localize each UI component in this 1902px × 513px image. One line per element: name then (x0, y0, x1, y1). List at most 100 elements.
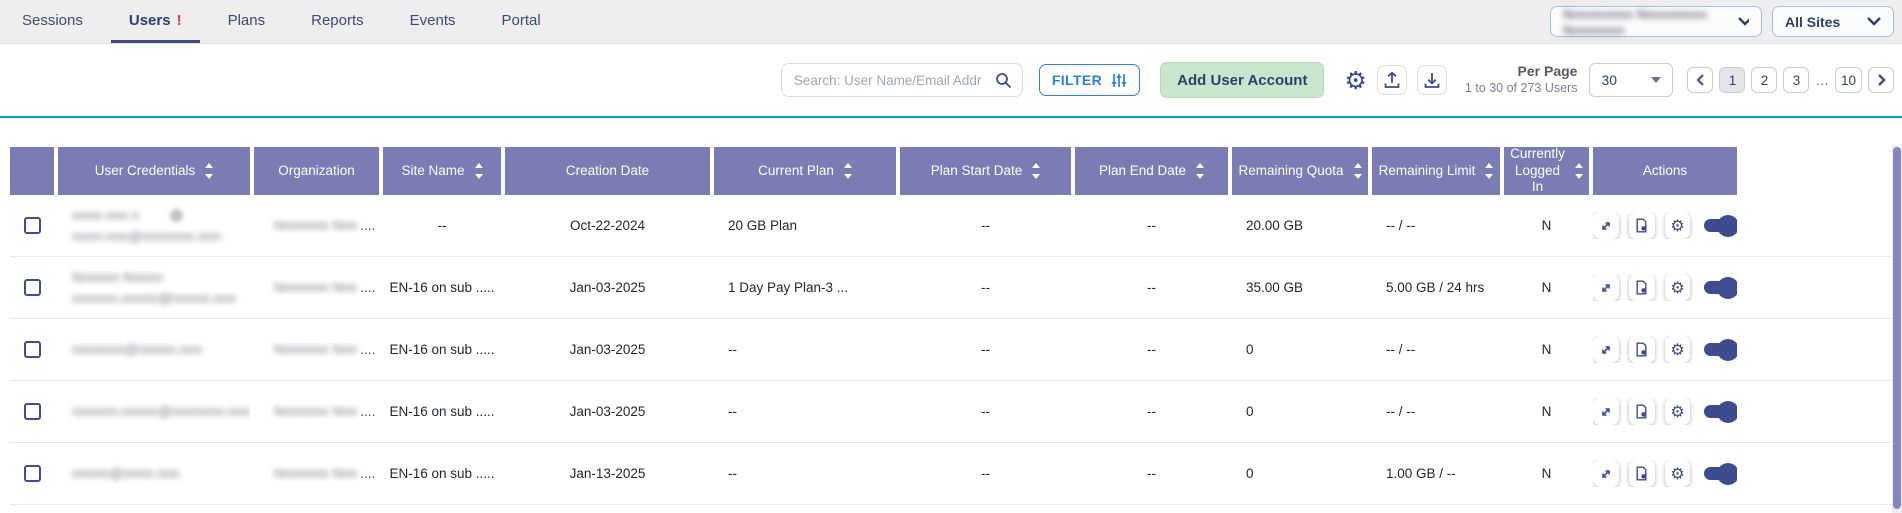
sort-desc-icon[interactable] (205, 174, 213, 179)
spacer (569, 0, 1540, 43)
tab-users[interactable]: Users! (111, 0, 200, 43)
sort-asc-icon[interactable] (1354, 163, 1362, 168)
user-enabled-toggle[interactable] (1704, 467, 1737, 480)
tab-events[interactable]: Events (392, 0, 474, 43)
sort-control[interactable] (475, 163, 483, 179)
filter-button-label: FILTER (1052, 72, 1102, 88)
sort-desc-icon[interactable] (475, 174, 483, 179)
search-input[interactable] (792, 72, 989, 89)
user-settings-button[interactable]: ⚙ (1665, 274, 1691, 301)
sort-asc-icon[interactable] (844, 163, 852, 168)
column-header-site-name[interactable]: Site Name (383, 147, 501, 195)
sort-desc-icon[interactable] (1575, 174, 1583, 179)
column-header-remaining-quota[interactable]: Remaining Quota (1232, 147, 1368, 195)
row-checkbox[interactable] (24, 279, 41, 296)
sort-asc-icon[interactable] (1575, 163, 1583, 168)
user-settings-button[interactable]: ⚙ (1665, 460, 1691, 487)
user-enabled-toggle[interactable] (1704, 343, 1737, 356)
import-button[interactable] (1417, 65, 1447, 95)
row-checkbox[interactable] (24, 341, 41, 358)
scrollbar-thumb[interactable] (1893, 147, 1901, 509)
expand-user-button[interactable] (1593, 336, 1619, 363)
tab-reports[interactable]: Reports (293, 0, 382, 43)
column-header-remaining-limit[interactable]: Remaining Limit (1372, 147, 1500, 195)
billing-info-button[interactable] (1629, 212, 1655, 239)
column-header-user-credentials[interactable]: User Credentials (58, 147, 250, 195)
tab-sessions[interactable]: Sessions (4, 0, 101, 43)
per-page-select[interactable]: 30 (1589, 63, 1673, 97)
user-settings-button[interactable]: ⚙ (1665, 336, 1691, 363)
row-checkbox[interactable] (24, 465, 41, 482)
users-table: User Credentials Organization Site Name … (10, 147, 1902, 505)
sort-control[interactable] (844, 163, 852, 179)
sort-desc-icon[interactable] (1196, 174, 1204, 179)
page-3-button[interactable]: 3 (1783, 67, 1809, 93)
sort-asc-icon[interactable] (205, 163, 213, 168)
sort-desc-icon[interactable] (1354, 174, 1362, 179)
next-page-button[interactable] (1868, 67, 1894, 93)
sort-control[interactable] (1032, 163, 1040, 179)
expand-user-button[interactable] (1593, 460, 1619, 487)
search-box (781, 63, 1023, 97)
filter-sliders-icon (1111, 73, 1127, 88)
search-icon[interactable] (995, 72, 1012, 89)
current-plan-cell: 20 GB Plan (714, 218, 896, 233)
filter-button[interactable]: FILTER (1039, 64, 1140, 96)
table-settings-button[interactable]: ⚙ (1344, 68, 1366, 93)
column-header-organization[interactable]: Organization (254, 147, 379, 195)
billing-info-button[interactable] (1629, 398, 1655, 425)
column-header-creation-date[interactable]: Creation Date (505, 147, 710, 195)
sort-control[interactable] (1196, 163, 1204, 179)
plan-end-date-cell: -- (1075, 218, 1228, 233)
expand-user-button[interactable] (1593, 274, 1619, 301)
column-header-current-plan[interactable]: Current Plan (714, 147, 896, 195)
tab-portal[interactable]: Portal (484, 0, 559, 43)
expand-user-button[interactable] (1593, 398, 1619, 425)
user-enabled-toggle[interactable] (1704, 219, 1737, 232)
organization-redacted: Nnnnnnn Nnn (274, 218, 357, 233)
sort-desc-icon[interactable] (844, 174, 852, 179)
page-2-button[interactable]: 2 (1751, 67, 1777, 93)
column-header-currently-logged-in[interactable]: Currently Logged In (1504, 147, 1589, 195)
column-header-plan-start-date[interactable]: Plan Start Date (900, 147, 1071, 195)
row-checkbox[interactable] (24, 217, 41, 234)
gear-icon: ⚙ (1670, 404, 1684, 420)
current-plan-cell: -- (714, 404, 896, 419)
column-label: Currently Logged In (1510, 146, 1565, 197)
user-settings-button[interactable]: ⚙ (1665, 212, 1691, 239)
column-label: Plan Start Date (931, 163, 1023, 180)
sort-asc-icon[interactable] (1485, 163, 1493, 168)
sort-desc-icon[interactable] (1032, 174, 1040, 179)
user-email-redacted: nnnnnn.nnnnn@nnnnnnn.nnn (72, 404, 250, 419)
organization-select[interactable]: Nnnnnnnn Nnnnnnnn Nnnnnnn (1550, 6, 1762, 37)
billing-info-button[interactable] (1629, 274, 1655, 301)
upload-icon (1382, 70, 1402, 90)
sort-control[interactable] (1354, 163, 1362, 179)
add-user-account-button[interactable]: Add User Account (1160, 62, 1324, 98)
sort-control[interactable] (205, 163, 213, 179)
export-button[interactable] (1377, 65, 1407, 95)
billing-info-button[interactable] (1629, 460, 1655, 487)
organization-suffix: .... (360, 404, 375, 419)
gear-icon: ⚙ (1670, 280, 1684, 296)
sort-desc-icon[interactable] (1485, 174, 1493, 179)
sort-asc-icon[interactable] (1196, 163, 1204, 168)
sort-asc-icon[interactable] (1032, 163, 1040, 168)
billing-info-button[interactable] (1629, 336, 1655, 363)
row-checkbox[interactable] (24, 403, 41, 420)
page-10-button[interactable]: 10 (1835, 67, 1862, 93)
sort-asc-icon[interactable] (475, 163, 483, 168)
vertical-scrollbar[interactable] (1892, 145, 1902, 513)
prev-page-button[interactable] (1687, 67, 1713, 93)
page-1-button[interactable]: 1 (1719, 67, 1745, 93)
user-settings-button[interactable]: ⚙ (1665, 398, 1691, 425)
column-header-plan-end-date[interactable]: Plan End Date (1075, 147, 1228, 195)
user-enabled-toggle[interactable] (1704, 281, 1737, 294)
sort-control[interactable] (1575, 163, 1583, 179)
tab-plans[interactable]: Plans (210, 0, 284, 43)
billing-info-icon (1634, 342, 1649, 357)
sites-select[interactable]: All Sites (1772, 6, 1894, 37)
expand-user-button[interactable] (1593, 212, 1619, 239)
sort-control[interactable] (1485, 163, 1493, 179)
user-enabled-toggle[interactable] (1704, 405, 1737, 418)
